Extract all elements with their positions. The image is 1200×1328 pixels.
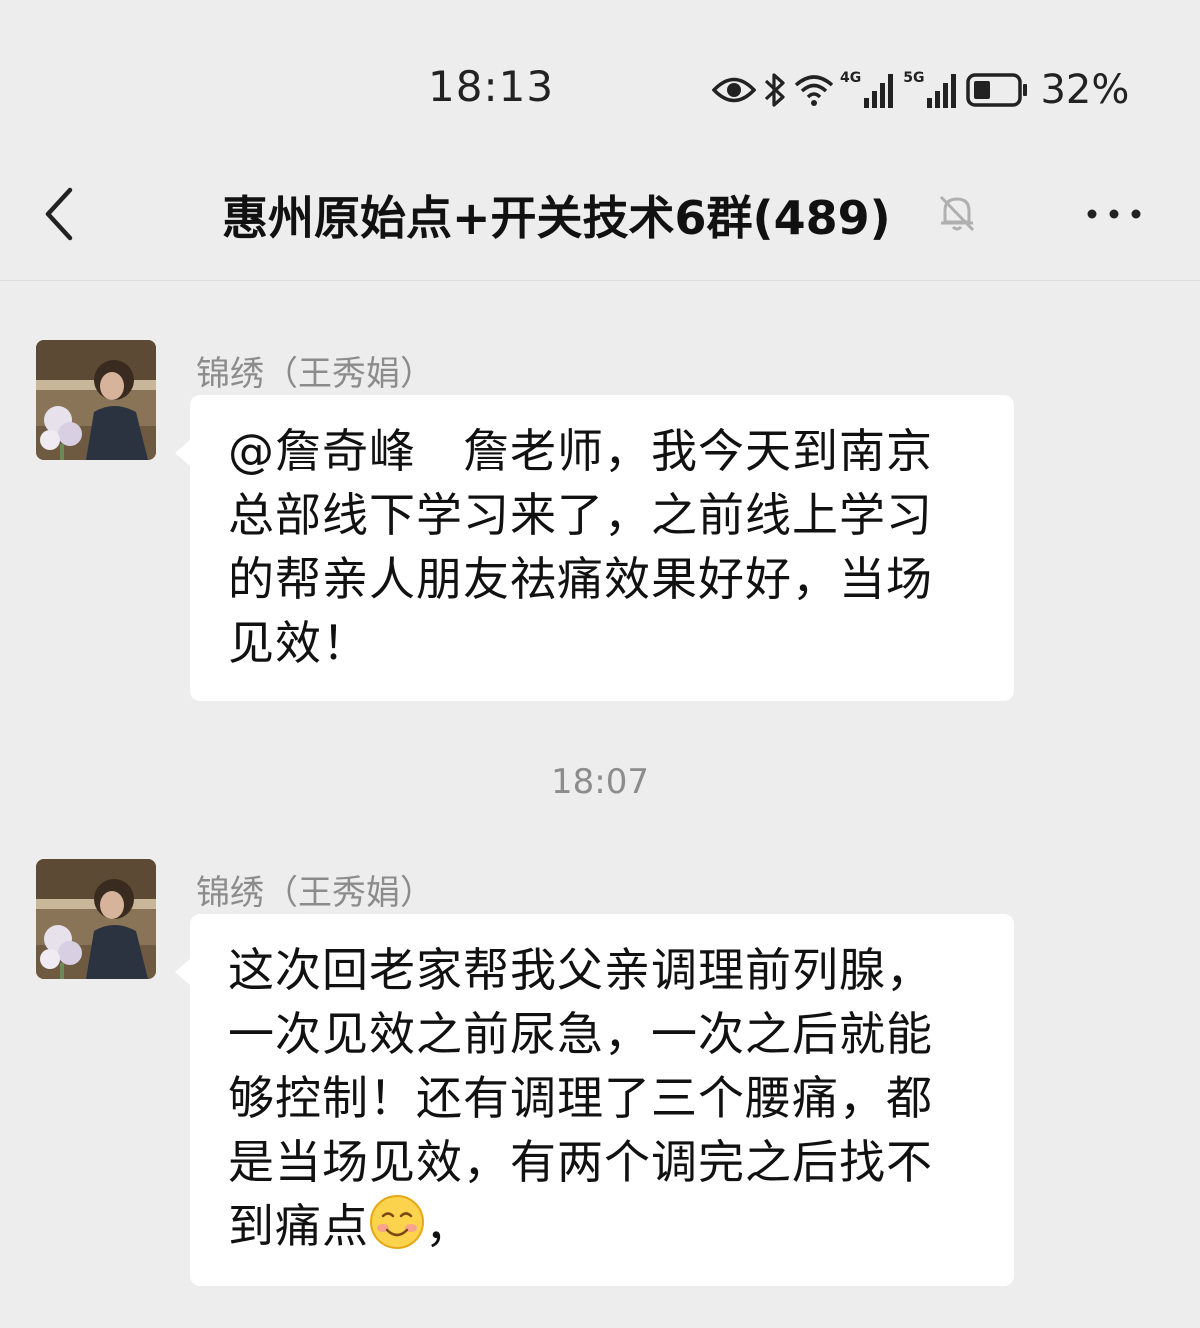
avatar[interactable] xyxy=(36,859,156,979)
message-bubble[interactable]: @詹奇峰 詹老师，我今天到南京总部线下学习来了，之前线上学习的帮亲人朋友祛痛效果… xyxy=(175,395,1014,701)
more-dots-icon xyxy=(1087,209,1141,219)
message-text: @詹奇峰 詹老师，我今天到南京总部线下学习来了，之前线上学习的帮亲人朋友祛痛效果… xyxy=(228,424,933,670)
status-bar: 18:13 4G 5G 32% xyxy=(0,0,1200,160)
sender-name: 锦绣（王秀娟） xyxy=(196,873,434,913)
wifi-icon xyxy=(794,73,834,107)
signal-5g-icon xyxy=(926,72,960,108)
bell-muted-icon xyxy=(936,192,978,234)
status-time: 18:13 xyxy=(428,62,555,111)
chat-title: 惠州原始点+开关技术6群(489) xyxy=(222,191,891,245)
avatar[interactable] xyxy=(36,340,156,460)
message-text-suffix: ， xyxy=(425,1199,472,1253)
bluetooth-icon xyxy=(762,70,788,110)
battery-icon xyxy=(966,72,1028,108)
message-text-body: 这次回老家帮我父亲调理前列腺，一次见效之前尿急，一次之后就能够控制！还有调理了三… xyxy=(228,943,933,1253)
message-bubble[interactable]: 这次回老家帮我父亲调理前列腺，一次见效之前尿急，一次之后就能够控制！还有调理了三… xyxy=(175,914,1014,1286)
message-text: 这次回老家帮我父亲调理前列腺，一次见效之前尿急，一次之后就能够控制！还有调理了三… xyxy=(228,938,978,1266)
status-icons: 4G 5G 32% xyxy=(712,67,1130,113)
network-label-4g: 4G xyxy=(840,70,862,86)
network-label-5g: 5G xyxy=(903,70,925,86)
more-button[interactable] xyxy=(1084,196,1144,232)
eye-icon xyxy=(712,75,756,105)
smile-emoji-icon xyxy=(369,1194,425,1266)
time-divider: 18:07 xyxy=(551,762,649,802)
battery-percent: 32% xyxy=(1040,67,1130,113)
signal-4g-icon xyxy=(863,72,897,108)
sender-name: 锦绣（王秀娟） xyxy=(196,354,434,394)
back-button[interactable] xyxy=(38,184,88,244)
chevron-left-icon xyxy=(45,187,73,241)
